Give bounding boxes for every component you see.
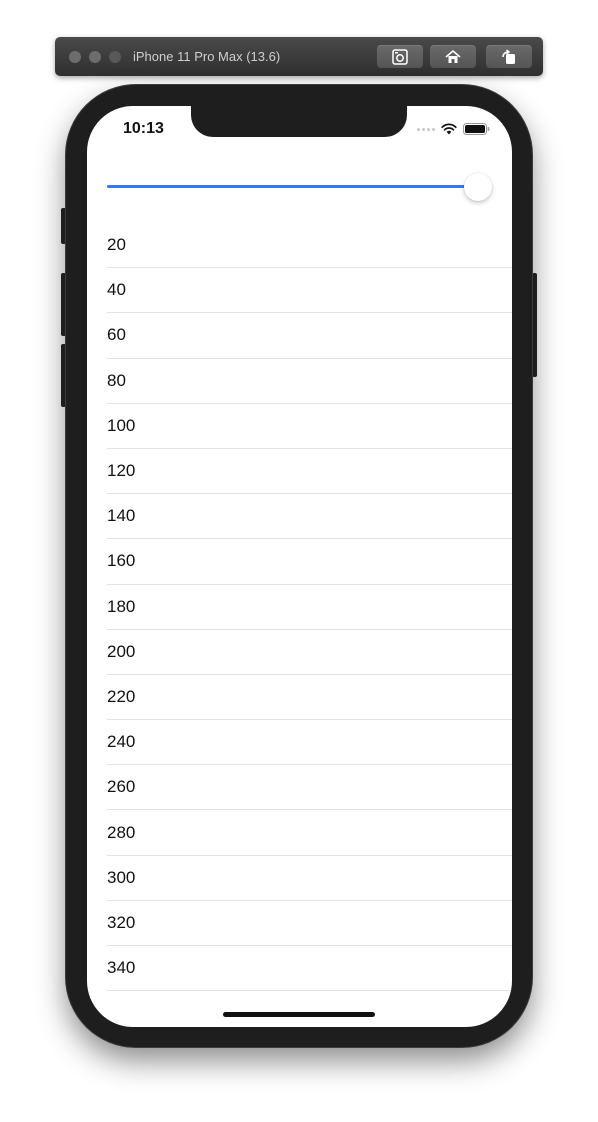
zoom-window-button[interactable]: [109, 51, 121, 63]
list-item[interactable]: 60: [107, 313, 512, 359]
list-item[interactable]: 280: [107, 810, 512, 856]
slider-fill: [107, 185, 478, 188]
home-indicator: [223, 1012, 375, 1017]
list-item[interactable]: 140: [107, 494, 512, 540]
simulator-toolbar: iPhone 11 Pro Max (13.6): [55, 37, 543, 76]
list-item[interactable]: 180: [107, 585, 512, 630]
simulator-title: iPhone 11 Pro Max (13.6): [133, 49, 281, 64]
wifi-icon: [441, 123, 457, 135]
list-item[interactable]: 80: [107, 359, 512, 404]
number-list[interactable]: 20 40 60 80 100 120 140 160 180 200 220 240 260 280 30…: [107, 223, 512, 992]
list-item[interactable]: 160: [107, 539, 512, 585]
battery-icon: [463, 123, 490, 135]
list-item[interactable]: 300: [107, 856, 512, 901]
home-icon: [445, 49, 461, 63]
minimize-window-button[interactable]: [89, 51, 101, 63]
list-item[interactable]: 100: [107, 404, 512, 449]
value-slider[interactable]: [107, 173, 492, 201]
close-window-button[interactable]: [69, 51, 81, 63]
list-item[interactable]: 320: [107, 901, 512, 946]
simulator-stage: iPhone 11 Pro Max (13.6) 10:13 20 40 60 …: [0, 0, 598, 1122]
device-screen: 10:13 20 40 60 80 100 120 140 160 180 200 220 24: [87, 106, 512, 1027]
rotate-icon: [502, 48, 515, 64]
signal-dots-icon: [417, 127, 435, 131]
rotate-button[interactable]: [486, 45, 532, 68]
list-item[interactable]: 200: [107, 630, 512, 675]
list-item[interactable]: 120: [107, 449, 512, 495]
list-item[interactable]: 40: [107, 268, 512, 314]
slider-thumb[interactable]: [464, 173, 492, 201]
list-item[interactable]: 20: [107, 223, 512, 269]
side-power-button: [532, 273, 537, 377]
screenshot-button[interactable]: [377, 45, 423, 68]
home-button[interactable]: [430, 45, 476, 68]
notch: [191, 106, 407, 137]
list-item[interactable]: 240: [107, 720, 512, 766]
list-item[interactable]: 260: [107, 765, 512, 811]
camera-icon: [392, 48, 408, 65]
list-item[interactable]: 220: [107, 675, 512, 721]
list-item[interactable]: 340: [107, 946, 512, 992]
status-icons: [417, 123, 490, 135]
status-time: 10:13: [123, 120, 164, 137]
